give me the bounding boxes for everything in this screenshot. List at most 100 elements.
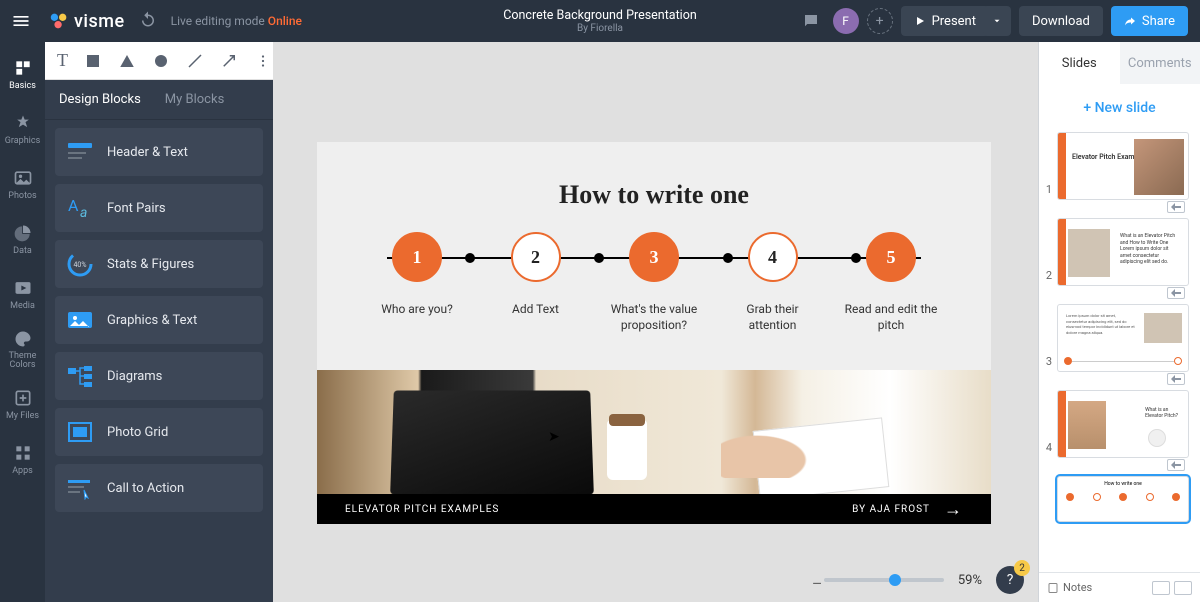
logo-icon <box>48 10 70 32</box>
data-icon <box>13 223 33 243</box>
help-badge: 2 <box>1014 560 1030 576</box>
cup-graphic <box>607 420 647 480</box>
tab-slides[interactable]: Slides <box>1039 42 1120 84</box>
editing-mode: Live editing mode Online <box>171 14 302 28</box>
more-tools[interactable] <box>254 52 272 70</box>
transition-button[interactable] <box>1167 287 1185 299</box>
slide-footer-bar: ELEVATOR PITCH EXAMPLES BY AJA FROST → <box>317 494 991 524</box>
document-title[interactable]: Concrete Background Presentation By Fior… <box>503 8 697 34</box>
hamburger-icon <box>11 11 31 31</box>
palette-icon <box>13 329 33 349</box>
avatar[interactable]: F <box>833 8 859 34</box>
zoom-slider[interactable]: – <box>824 578 944 582</box>
step-4[interactable]: 4Grab their attention <box>723 232 823 333</box>
laptop-graphic <box>390 390 594 494</box>
notes-button[interactable]: Notes <box>1047 581 1092 594</box>
present-dropdown[interactable] <box>983 6 1011 36</box>
step-1[interactable]: 1Who are you? <box>367 232 467 333</box>
view-list-button[interactable] <box>1174 581 1192 595</box>
menu-button[interactable] <box>0 0 42 42</box>
canvas-area[interactable]: How to write one 1Who are you? 2Add Text… <box>273 42 1038 602</box>
logo-text: visme <box>74 11 125 32</box>
svg-text:A: A <box>68 196 79 215</box>
line-tool[interactable] <box>186 52 204 70</box>
block-diagrams[interactable]: Diagrams <box>55 352 263 400</box>
upload-icon <box>13 388 33 408</box>
steps-diagram[interactable]: 1Who are you? 2Add Text 3What's the valu… <box>317 210 991 333</box>
chevron-down-icon <box>992 16 1002 26</box>
rail-photos[interactable]: Photos <box>0 158 45 210</box>
photos-icon <box>13 168 33 188</box>
new-slide-button[interactable]: + New slide <box>1039 90 1200 126</box>
rail-apps[interactable]: Apps <box>0 433 45 485</box>
block-photo-grid[interactable]: Photo Grid <box>55 408 263 456</box>
rail-basics[interactable]: Basics <box>0 48 45 100</box>
design-panel: T Design Blocks My Blocks Header & Text … <box>45 42 273 602</box>
play-icon <box>914 15 926 27</box>
transition-button[interactable] <box>1167 373 1185 385</box>
arrow-tool[interactable] <box>220 52 238 70</box>
slide-canvas[interactable]: How to write one 1Who are you? 2Add Text… <box>317 142 991 524</box>
block-header-text[interactable]: Header & Text <box>55 128 263 176</box>
header-text-icon <box>66 141 94 163</box>
view-grid-button[interactable] <box>1152 581 1170 595</box>
slide-thumb-5[interactable]: How to write one <box>1045 476 1194 522</box>
graphics-text-icon <box>66 308 94 332</box>
transition-button[interactable] <box>1167 201 1185 213</box>
graphics-icon <box>13 113 33 133</box>
rail-media[interactable]: Media <box>0 268 45 320</box>
circle-tool[interactable] <box>152 52 170 70</box>
slide-thumb-2[interactable]: 2 What is an Elevator Pitch and How to W… <box>1045 218 1194 300</box>
comment-icon <box>802 12 820 30</box>
step-3[interactable]: 3What's the value proposition? <box>604 232 704 333</box>
photo-grid-icon <box>66 420 94 444</box>
download-button[interactable]: Download <box>1019 6 1103 36</box>
step-2[interactable]: 2Add Text <box>486 232 586 333</box>
logo[interactable]: visme <box>42 10 131 32</box>
block-graphics-text[interactable]: Graphics & Text <box>55 296 263 344</box>
block-stats-figures[interactable]: 40% Stats & Figures <box>55 240 263 288</box>
tab-my-blocks[interactable]: My Blocks <box>165 92 225 107</box>
share-icon <box>1124 15 1136 27</box>
rect-tool[interactable] <box>84 52 102 70</box>
notes-icon <box>1047 582 1059 594</box>
text-tool[interactable]: T <box>57 50 68 71</box>
rail-my-files[interactable]: My Files <box>0 378 45 430</box>
photo-strip[interactable]: ELEVATOR PITCH EXAMPLES BY AJA FROST → <box>317 370 991 524</box>
arrow-right-icon: → <box>944 499 963 520</box>
present-button[interactable]: Present <box>901 6 989 36</box>
rail-graphics[interactable]: Graphics <box>0 103 45 155</box>
step-5[interactable]: 5Read and edit the pitch <box>841 232 941 333</box>
connector-dot <box>594 253 604 263</box>
slide-title[interactable]: How to write one <box>317 142 991 210</box>
zoom-controls: – 59% ? 2 <box>824 566 1024 594</box>
tab-comments[interactable]: Comments <box>1120 42 1200 84</box>
media-icon <box>13 278 33 298</box>
rail-theme-colors[interactable]: ThemeColors <box>0 323 45 375</box>
apps-icon <box>13 443 33 463</box>
basics-icon <box>13 58 33 78</box>
zoom-value: 59% <box>958 573 982 588</box>
slide-thumb-1[interactable]: 1 Elevator Pitch Examples <box>1045 132 1194 214</box>
topbar: visme Live editing mode Online Concrete … <box>0 0 1200 42</box>
font-pairs-icon: Aa <box>66 196 94 220</box>
help-button[interactable]: ? 2 <box>996 566 1024 594</box>
block-call-to-action[interactable]: Call to Action <box>55 464 263 512</box>
svg-text:40%: 40% <box>74 261 87 269</box>
stats-icon: 40% <box>66 250 94 278</box>
transition-button[interactable] <box>1167 459 1185 471</box>
triangle-tool[interactable] <box>118 52 136 70</box>
tab-design-blocks[interactable]: Design Blocks <box>59 92 141 107</box>
slide-thumb-4[interactable]: 4 What is anElevator Pitch? <box>1045 390 1194 472</box>
share-button[interactable]: Share <box>1111 6 1188 36</box>
comment-button[interactable] <box>797 7 825 35</box>
zoom-knob[interactable] <box>889 574 901 586</box>
diagrams-icon <box>66 364 94 388</box>
rail-data[interactable]: Data <box>0 213 45 265</box>
add-collaborator-button[interactable]: + <box>867 8 893 34</box>
undo-button[interactable] <box>131 10 165 32</box>
slide-thumb-3[interactable]: 3 Lorem ipsum dolor sit amet, consectetu… <box>1045 304 1194 386</box>
undo-icon <box>139 10 157 28</box>
block-font-pairs[interactable]: Aa Font Pairs <box>55 184 263 232</box>
cta-icon <box>66 476 94 500</box>
